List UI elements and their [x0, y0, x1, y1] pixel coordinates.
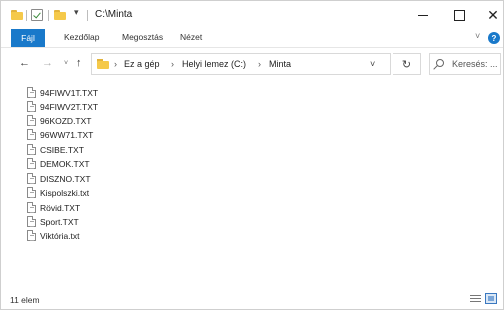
search-icon: [436, 59, 444, 67]
list-item[interactable]: Viktória.txt: [27, 229, 80, 242]
file-name: CSIBE.TXT: [40, 144, 84, 155]
file-name: Kispolszki.txt: [40, 187, 90, 198]
file-name: 94FIWV2T.TXT: [40, 101, 99, 112]
breadcrumb-local-disk[interactable]: Helyi lemez (C:): [182, 59, 246, 69]
search-placeholder: Keresés: ...: [452, 59, 498, 69]
list-item[interactable]: 96KOZD.TXT: [27, 114, 91, 127]
list-item[interactable]: Sport.TXT: [27, 215, 79, 228]
large-icons-view-icon[interactable]: [485, 293, 497, 304]
file-name: 96WW71.TXT: [40, 129, 94, 140]
breadcrumb-this-pc[interactable]: Ez a gép: [124, 59, 160, 69]
list-item[interactable]: 96WW71.TXT: [27, 128, 93, 141]
recent-locations-icon[interactable]: ˅: [64, 60, 68, 67]
item-count: 11 elem: [10, 295, 40, 305]
breadcrumb-separator[interactable]: ›: [258, 59, 261, 69]
separator: [26, 10, 27, 21]
close-button[interactable]: ✕: [475, 1, 504, 29]
folder-icon: [11, 10, 23, 20]
status-bar: 11 elem: [1, 289, 503, 309]
title-bar: ▾ C:\Minta ✕: [1, 1, 503, 29]
navigation-bar: ← → ˅ ↑ › Ez a gép › Helyi lemez (C:) › …: [1, 47, 503, 81]
window-title: C:\Minta: [95, 9, 133, 20]
refresh-button[interactable]: ↻: [393, 53, 421, 75]
file-name: Rövid.TXT: [40, 202, 81, 213]
tab-file[interactable]: Fájl: [11, 29, 45, 47]
breadcrumb-minta[interactable]: Minta: [269, 59, 291, 69]
address-dropdown-icon[interactable]: ˅: [370, 59, 375, 69]
tab-home[interactable]: Kezdőlap: [64, 32, 99, 42]
tab-share[interactable]: Megosztás: [122, 32, 163, 42]
breadcrumb-separator[interactable]: ›: [171, 59, 174, 69]
file-name: Sport.TXT: [40, 216, 79, 227]
back-button[interactable]: ←: [19, 57, 30, 69]
file-name: DEMOK.TXT: [40, 158, 90, 169]
text-file-icon: [27, 101, 36, 112]
customize-quick-access-icon[interactable]: ▾: [74, 7, 79, 18]
properties-quick-access-icon[interactable]: [31, 9, 43, 21]
text-file-icon: [27, 115, 36, 126]
text-file-icon: [27, 173, 36, 184]
text-file-icon: [27, 216, 36, 227]
separator: [48, 10, 49, 21]
new-folder-quick-access-icon[interactable]: [54, 10, 66, 20]
folder-icon: [97, 59, 109, 69]
file-name: 96KOZD.TXT: [40, 115, 92, 126]
list-item[interactable]: CSIBE.TXT: [27, 143, 84, 156]
expand-ribbon-icon[interactable]: ˅: [475, 31, 480, 41]
help-icon[interactable]: ?: [488, 32, 500, 44]
list-item[interactable]: 94FIWV1T.TXT: [27, 86, 98, 99]
list-item[interactable]: DISZNO.TXT: [27, 172, 91, 185]
list-item[interactable]: DEMOK.TXT: [27, 157, 90, 170]
up-button[interactable]: ↑: [76, 57, 82, 69]
tab-view[interactable]: Nézet: [180, 32, 202, 42]
file-name: DISZNO.TXT: [40, 173, 91, 184]
address-bar[interactable]: › Ez a gép › Helyi lemez (C:) › Minta ˅: [91, 53, 391, 75]
explorer-window: ▾ C:\Minta ✕ Fájl Kezdőlap Megosztás Néz…: [0, 0, 504, 310]
maximize-button[interactable]: [441, 1, 477, 29]
text-file-icon: [27, 144, 36, 155]
list-item[interactable]: Rövid.TXT: [27, 201, 80, 214]
separator: [87, 10, 88, 21]
text-file-icon: [27, 230, 36, 241]
text-file-icon: [27, 187, 36, 198]
ribbon-tabs: Fájl Kezdőlap Megosztás Nézet ˅ ?: [1, 29, 503, 47]
text-file-icon: [27, 129, 36, 140]
search-input[interactable]: Keresés: ...: [429, 53, 501, 75]
minimize-button[interactable]: [405, 1, 441, 29]
text-file-icon: [27, 202, 36, 213]
forward-button[interactable]: →: [42, 57, 53, 69]
list-item[interactable]: 94FIWV2T.TXT: [27, 100, 98, 113]
breadcrumb-separator: ›: [114, 59, 117, 69]
file-list: 94FIWV1T.TXT 94FIWV2T.TXT 96KOZD.TXT 96W…: [1, 81, 503, 289]
file-name: 94FIWV1T.TXT: [40, 87, 99, 98]
text-file-icon: [27, 158, 36, 169]
details-view-icon[interactable]: [470, 294, 481, 304]
text-file-icon: [27, 87, 36, 98]
list-item[interactable]: Kispolszki.txt: [27, 186, 89, 199]
file-name: Viktória.txt: [40, 230, 80, 241]
